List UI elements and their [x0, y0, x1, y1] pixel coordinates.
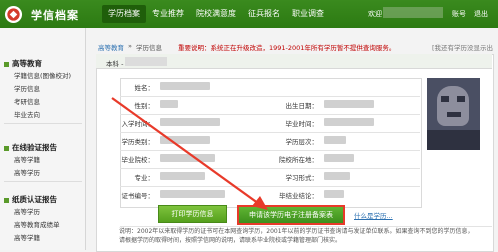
label-study-form: 学习形式： — [285, 174, 319, 182]
username-redacted — [383, 7, 443, 18]
sidebar-item-destination[interactable]: 毕业去向 — [14, 109, 40, 119]
sidebar-item-paper-degree[interactable]: 高等学历 — [14, 206, 40, 216]
photo-pixel — [457, 96, 465, 102]
value-redacted — [160, 136, 210, 144]
sidebar-item-degree[interactable]: 学历信息 — [14, 83, 40, 93]
sidebar-section-paper-report: 纸质认证报告 — [4, 194, 57, 205]
what-is-degree-link[interactable]: 什么是学历... — [354, 210, 393, 220]
value-redacted — [160, 118, 220, 126]
value-redacted — [324, 118, 374, 126]
brand-title[interactable]: 学信档案 — [31, 7, 79, 23]
label-name: 姓名： — [134, 84, 155, 92]
sidebar-item-exam[interactable]: 考研信息 — [14, 96, 40, 106]
sidebar-section-online-report: 在线验证报告 — [4, 142, 57, 153]
label-conclusion: 毕结业结论： — [279, 192, 318, 200]
sidebar-item-enrollment[interactable]: 学籍信息(图像校对) — [14, 70, 71, 80]
photo-pixel — [441, 96, 449, 102]
welcome-text: 欢迎 — [368, 10, 382, 18]
photo-pixel — [427, 130, 480, 150]
nav-tab-satisfaction[interactable]: 院校满意度 — [190, 5, 242, 23]
sidebar-item-online-enrollment[interactable]: 高等学籍 — [14, 154, 40, 164]
label-degree-type: 学历类别： — [121, 138, 155, 146]
nav-tab-major[interactable]: 专业推荐 — [146, 5, 190, 23]
nav-tab-records[interactable]: 学历档案 — [102, 5, 146, 23]
nav-tab-career[interactable]: 职业调查 — [286, 5, 330, 23]
value-redacted — [324, 190, 344, 198]
chsi-logo-icon[interactable] — [4, 5, 23, 24]
degree-tab[interactable]: 本科 - — [106, 58, 123, 68]
note-line-1: 说明：2002年以来取得学历的证书可在本网查询学历，2001年以前的学历证书查询… — [119, 228, 474, 235]
tab-redacted — [125, 57, 167, 66]
account-link[interactable]: 账号 — [452, 9, 466, 19]
sidebar-item-online-degree[interactable]: 高等学历 — [14, 167, 40, 177]
value-redacted — [324, 100, 374, 108]
value-redacted — [160, 154, 215, 162]
student-photo — [427, 78, 480, 150]
label-gender: 性别： — [134, 102, 155, 110]
apply-e-registration-button[interactable]: 申请该学历电子注册备案表 — [237, 205, 345, 225]
system-notice: 重要说明：系统正在升级改造，1991-2001年所有学历暂不提供查询服务。 — [178, 44, 396, 52]
note-line-2: 请根据学历的取得时间，按照学信网的说明，请联系毕业院校或学籍管理部门核实。 — [119, 237, 342, 244]
label-school: 毕业院校： — [121, 156, 155, 164]
nav-tab-enlistment[interactable]: 征兵报名 — [242, 5, 286, 23]
photo-face-pixelated — [437, 86, 469, 126]
explanation-note: 说明：2002年以来取得学历的证书可在本网查询学历，2001年以前的学历证书查询… — [119, 226, 492, 251]
sidebar-item-transcript[interactable]: 高等教育成绩单 — [14, 219, 60, 229]
label-cert-no: 证书编号： — [121, 192, 155, 200]
sidebar-item-paper-enrollment[interactable]: 高等学籍 — [14, 232, 40, 242]
value-redacted — [160, 100, 178, 108]
sidebar-divider — [4, 181, 82, 182]
breadcrumb-home[interactable]: 高等教育 — [98, 42, 124, 52]
value-redacted — [160, 190, 225, 198]
sidebar-section-higher-edu: 高等教育 — [4, 58, 42, 69]
label-enroll-date: 入学时间： — [121, 120, 155, 128]
main-nav: 学历档案 专业推荐 院校满意度 征兵报名 职业调查 — [102, 5, 330, 23]
label-birth-date: 出生日期： — [285, 102, 319, 110]
label-grad-date: 毕业时间： — [285, 120, 319, 128]
value-redacted — [160, 172, 205, 180]
value-redacted — [324, 172, 350, 180]
value-redacted — [324, 154, 354, 162]
value-redacted — [160, 82, 210, 90]
breadcrumb-sep: » — [128, 42, 132, 50]
breadcrumb-current: 学历信息 — [136, 44, 162, 52]
logout-link[interactable]: 退出 — [474, 9, 488, 19]
sidebar-divider — [4, 123, 82, 124]
photo-pixel — [447, 112, 461, 117]
label-major: 专业： — [134, 174, 155, 182]
label-location: 院校所在地： — [279, 156, 318, 164]
value-redacted — [324, 136, 346, 144]
label-level: 学历层次： — [285, 138, 319, 146]
print-degree-button[interactable]: 打印学历信息 — [158, 205, 227, 223]
